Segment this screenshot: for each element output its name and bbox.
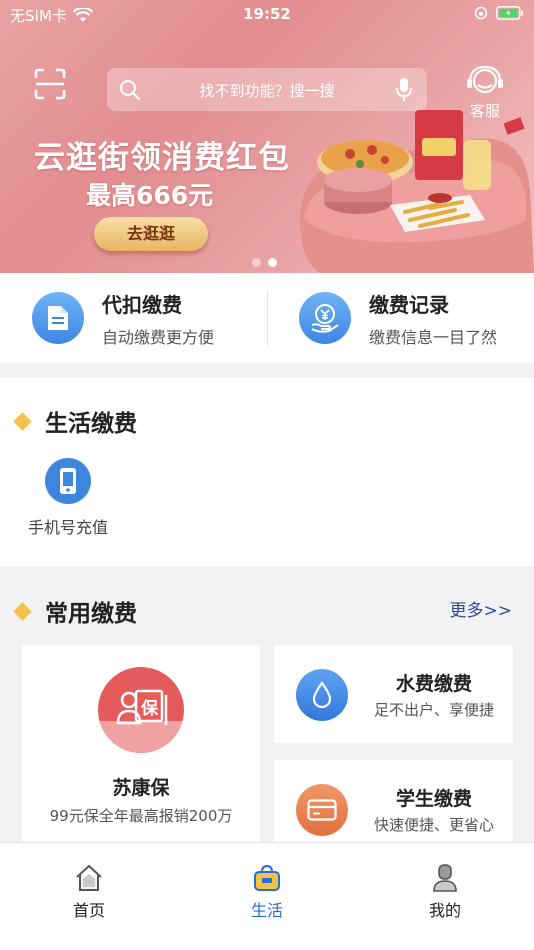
sukangbao-card[interactable]: 保 苏康保 99元保全年最高报销200万: [22, 645, 260, 845]
life-payment-title: 生活缴费: [45, 411, 137, 437]
tab-life-label: 生活: [250, 901, 283, 920]
tab-life[interactable]: 生活: [222, 863, 312, 921]
auto-pay-button[interactable]: 代扣缴费 自动缴费更方便: [32, 273, 214, 363]
shopping-bag-icon: [254, 864, 280, 891]
user-icon: [433, 864, 457, 892]
life-payment-section: 生活缴费 手机号充值: [0, 378, 534, 566]
divider: [267, 291, 268, 347]
banner-illustration: [300, 110, 534, 273]
sukangbao-name: 苏康保: [112, 777, 170, 799]
tab-bar: 首页 生活 我的: [0, 842, 534, 950]
insurance-icon: 保: [98, 667, 184, 753]
search-placeholder: 找不到功能？搜一搜: [199, 82, 335, 100]
payment-records-button[interactable]: 缴费记录 缴费信息一目了然: [299, 273, 497, 363]
carousel-dot[interactable]: [252, 258, 261, 267]
yen-hand-icon: [311, 304, 339, 333]
auto-pay-title: 代扣缴费: [102, 292, 182, 317]
payment-records-desc: 缴费信息一目了然: [369, 327, 498, 347]
phone-icon: [60, 468, 76, 494]
phone-recharge-button[interactable]: 手机号充值: [20, 458, 116, 538]
insurance-icon-text: 保: [141, 699, 158, 719]
go-shopping-button[interactable]: 去逛逛: [94, 217, 208, 251]
scan-button[interactable]: [34, 68, 66, 100]
rotation-lock-icon: [474, 6, 488, 20]
water-bill-title: 水费缴费: [395, 673, 472, 695]
common-payment-title: 常用缴费: [45, 601, 137, 627]
tab-mine[interactable]: 我的: [400, 863, 490, 921]
battery-icon: [496, 6, 523, 20]
diamond-icon: [13, 601, 32, 621]
status-time: 19:52: [243, 5, 291, 23]
water-drop-icon: [312, 681, 332, 709]
document-icon: [48, 306, 68, 330]
auto-pay-desc: 自动缴费更方便: [102, 327, 215, 347]
common-payment-section: 常用缴费 更多>> 保 苏康保 99元保全年最高报销200万 水费缴费 足不出户…: [0, 580, 534, 858]
water-bill-desc: 足不出户、享便捷: [373, 701, 494, 719]
promo-subtitle: 最高666元: [86, 181, 214, 210]
phone-recharge-label: 手机号充值: [27, 518, 108, 537]
carousel-dot-active[interactable]: [268, 258, 277, 267]
carousel-indicator: [252, 258, 277, 267]
student-fee-desc: 快速便捷、更省心: [373, 816, 494, 834]
headset-icon: [467, 65, 503, 94]
status-bar: 无SIM卡 19:52: [0, 0, 534, 30]
promo-banner[interactable]: 无SIM卡 19:52 找不到功能？搜一搜 客服 云逛街领消费红包 最高666元…: [0, 0, 534, 273]
sukangbao-desc: 99元保全年最高报销200万: [49, 807, 233, 825]
tab-home[interactable]: 首页: [44, 863, 134, 921]
student-fee-title: 学生缴费: [395, 788, 472, 810]
scan-icon: [34, 68, 66, 100]
home-icon: [76, 864, 102, 891]
payment-records-title: 缴费记录: [369, 292, 449, 317]
more-link[interactable]: 更多>>: [450, 596, 513, 621]
water-bill-card[interactable]: 水费缴费 足不出户、享便捷: [274, 645, 513, 743]
tab-mine-label: 我的: [428, 901, 461, 920]
tab-home-label: 首页: [72, 901, 105, 920]
diamond-icon: [13, 411, 32, 431]
promo-title: 云逛街领消费红包: [34, 140, 290, 176]
card-icon: [307, 799, 337, 821]
quick-actions: 代扣缴费 自动缴费更方便 缴费记录 缴费信息一目了然: [0, 273, 534, 363]
